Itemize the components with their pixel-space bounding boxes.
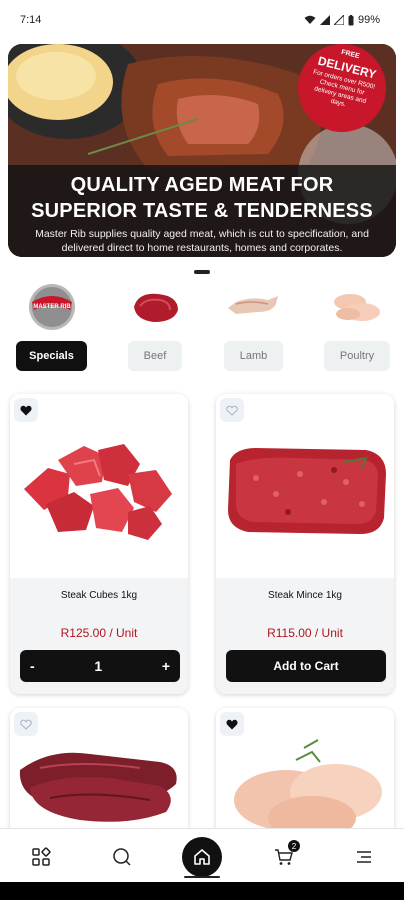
nav-search[interactable] — [102, 837, 142, 877]
status-time: 7:14 — [20, 14, 42, 26]
promo-banner[interactable]: FREE DELIVERY For orders over R500! Chec… — [8, 44, 396, 257]
nav-home[interactable] — [182, 837, 222, 877]
logo-text: MASTER RIB — [33, 304, 71, 310]
nav-cart[interactable]: 2 — [264, 837, 304, 877]
signal-icon — [319, 15, 330, 25]
cart-count-badge: 2 — [288, 840, 300, 852]
heart-outline-icon — [226, 405, 238, 416]
quantity-value: 1 — [94, 658, 103, 674]
status-bar: 7:14 99% — [0, 0, 404, 40]
tab-specials[interactable]: Specials — [16, 341, 87, 371]
heart-outline-icon — [20, 719, 32, 730]
heart-filled-icon — [226, 719, 238, 729]
category-icons: MASTER RIB — [0, 282, 404, 332]
steak-mince-image — [216, 394, 394, 578]
banner-title: QUALITY AGED MEAT FOR SUPERIOR TASTE & T… — [31, 174, 373, 222]
active-nav-indicator — [184, 876, 220, 878]
wifi-icon — [304, 15, 316, 24]
heart-filled-icon — [20, 405, 32, 415]
master-rib-logo-icon[interactable]: MASTER RIB — [22, 282, 82, 332]
bottom-navigation: 2 — [0, 828, 404, 882]
menu-icon — [357, 851, 371, 863]
system-navigation-bar — [0, 882, 404, 900]
favorite-button[interactable] — [14, 398, 38, 422]
categories-icon — [32, 847, 51, 866]
category-tabs: Specials Beef Lamb Poultry — [0, 341, 404, 371]
tab-lamb[interactable]: Lamb — [224, 341, 283, 371]
tab-poultry[interactable]: Poultry — [324, 341, 390, 371]
nav-menu[interactable] — [344, 837, 384, 877]
product-info: Steak Mince 1kg R115.00 / Unit Add to Ca… — [216, 578, 394, 694]
quantity-stepper[interactable]: - 1 + — [20, 650, 180, 682]
tab-beef[interactable]: Beef — [128, 341, 182, 371]
product-card[interactable]: Steak Mince 1kg R115.00 / Unit Add to Ca… — [216, 394, 394, 694]
product-info: Steak Cubes 1kg R125.00 / Unit - 1 + — [10, 578, 188, 694]
product-price: R115.00 / Unit — [267, 626, 343, 640]
banner-subtitle: Master Rib supplies quality aged meat, w… — [35, 228, 369, 254]
product-price: R125.00 / Unit — [60, 626, 138, 640]
status-icons: 99% — [304, 14, 380, 26]
steak-cubes-image — [10, 394, 188, 578]
search-icon — [113, 848, 131, 866]
increment-button[interactable]: + — [162, 658, 170, 674]
lamb-category-icon[interactable] — [222, 282, 282, 332]
add-to-cart-button[interactable]: Add to Cart — [226, 650, 386, 682]
product-name: Steak Mince 1kg — [268, 590, 342, 601]
favorite-button[interactable] — [220, 712, 244, 736]
favorite-button[interactable] — [14, 712, 38, 736]
battery-level: 99% — [357, 14, 380, 26]
poultry-category-icon[interactable] — [326, 282, 386, 332]
nav-categories[interactable] — [21, 837, 61, 877]
carousel-indicator — [194, 270, 210, 274]
battery-icon — [348, 14, 354, 25]
favorite-button[interactable] — [220, 398, 244, 422]
home-icon — [194, 849, 210, 865]
product-card[interactable]: Steak Cubes 1kg R125.00 / Unit - 1 + — [10, 394, 188, 694]
decrement-button[interactable]: - — [30, 658, 35, 674]
beef-category-icon[interactable] — [126, 282, 186, 332]
signal-icon-2 — [333, 15, 344, 25]
product-name: Steak Cubes 1kg — [60, 590, 138, 601]
